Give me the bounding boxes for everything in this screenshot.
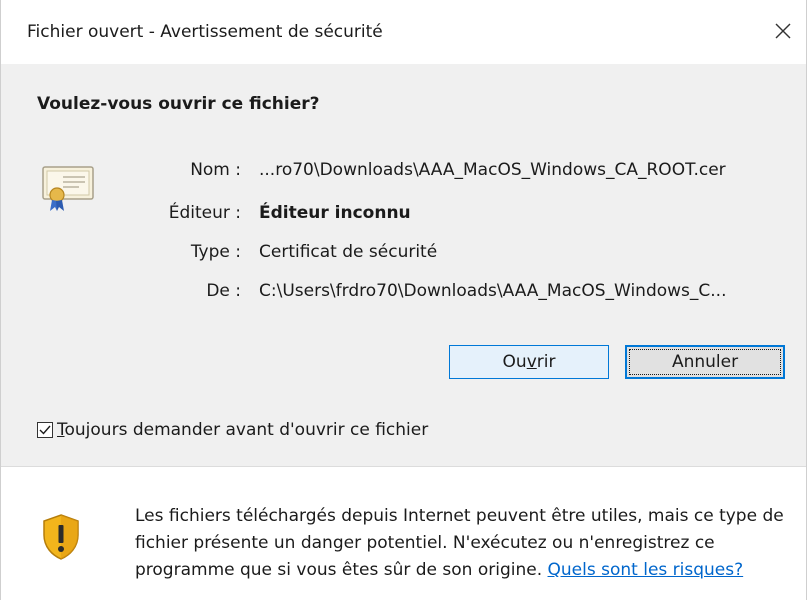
publisher-label: Éditeur : bbox=[168, 203, 241, 223]
security-warning-dialog: Fichier ouvert - Avertissement de sécuri… bbox=[0, 0, 807, 600]
from-label: De : bbox=[206, 281, 241, 301]
window-title: Fichier ouvert - Avertissement de sécuri… bbox=[27, 22, 383, 42]
close-icon bbox=[775, 23, 791, 39]
dialog-heading: Voulez-vous ouvrir ce fichier? bbox=[37, 94, 320, 114]
warning-footer: Les fichiers téléchargés depuis Internet… bbox=[1, 467, 806, 600]
always-ask-label-rest: oujours demander avant d'ouvrir ce fichi… bbox=[64, 420, 429, 440]
always-ask-access-key: T bbox=[57, 420, 65, 440]
always-ask-checkbox[interactable] bbox=[37, 422, 53, 438]
always-ask-checkbox-row[interactable]: Toujours demander avant d'ouvrir ce fich… bbox=[37, 420, 428, 440]
type-label: Type : bbox=[190, 242, 241, 262]
warning-text: Les fichiers téléchargés depuis Internet… bbox=[135, 503, 795, 584]
cancel-button[interactable]: Annuler bbox=[625, 345, 785, 379]
always-ask-label: Toujours demander avant d'ouvrir ce fich… bbox=[57, 420, 428, 440]
cancel-button-label: Annuler bbox=[671, 352, 739, 372]
publisher-value: Éditeur inconnu bbox=[259, 203, 411, 223]
close-button[interactable] bbox=[760, 8, 806, 54]
open-button[interactable]: Ou v rir bbox=[449, 345, 609, 379]
from-value: C:\Users\frdro70\Downloads\AAA_MacOS_Win… bbox=[259, 281, 727, 301]
open-button-label-pre: Ou bbox=[502, 352, 527, 372]
checkmark-icon bbox=[39, 425, 51, 435]
warning-shield-icon bbox=[43, 514, 79, 560]
name-label: Nom : bbox=[190, 160, 241, 180]
name-value: ...ro70\Downloads\AAA_MacOS_Windows_CA_R… bbox=[259, 160, 726, 180]
type-value: Certificat de sécurité bbox=[259, 242, 438, 262]
risks-link[interactable]: Quels sont les risques? bbox=[548, 560, 744, 580]
open-button-label-post: rir bbox=[536, 352, 556, 372]
dialog-content: Voulez-vous ouvrir ce fichier? Nom : ...… bbox=[1, 64, 806, 466]
open-button-access-key: v bbox=[526, 352, 537, 372]
title-bar: Fichier ouvert - Avertissement de sécuri… bbox=[1, 0, 806, 64]
